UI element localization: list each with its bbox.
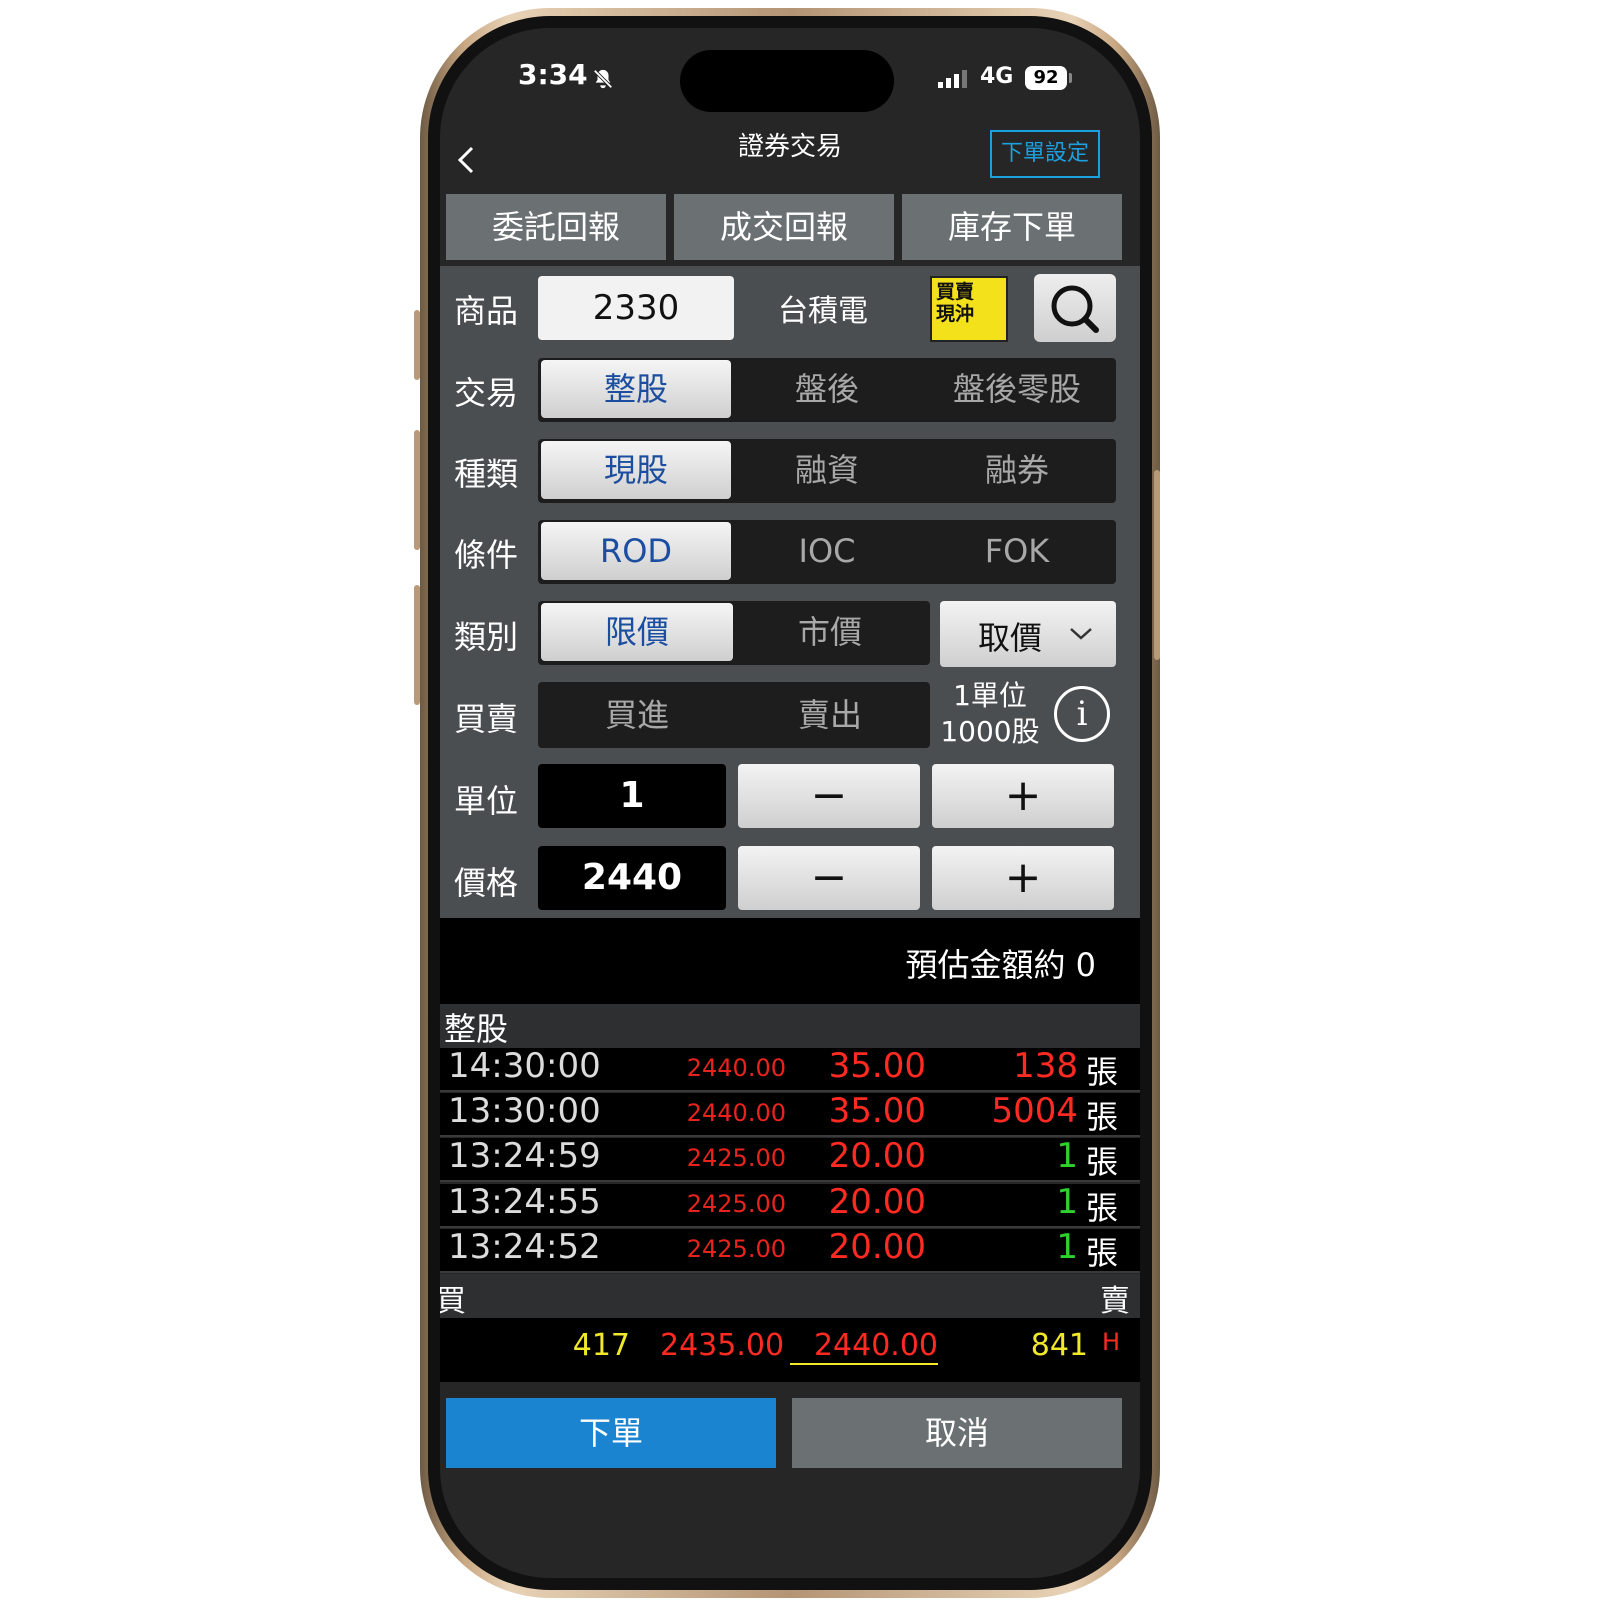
tick-unit: 張 (1086, 1098, 1119, 1137)
bidask-header (440, 1274, 1140, 1318)
volume-up-button (414, 430, 420, 550)
app-screen: 3:34 4G 92 證券交易 下單設定 委託回報 成交回報 庫存下單 商品 2… (440, 28, 1140, 1578)
unit-decrease-button[interactable]: − (738, 764, 920, 828)
price-picker-dropdown[interactable]: 取價 (940, 601, 1116, 667)
dynamic-island (680, 50, 894, 112)
status-time: 3:34 (518, 58, 588, 91)
search-icon (1051, 285, 1099, 333)
tick-unit: 張 (1086, 1188, 1119, 1227)
tick-time: 13:24:59 (448, 1136, 601, 1177)
price-increase-button[interactable]: + (932, 846, 1114, 910)
ask-price[interactable]: 2440.00 (790, 1328, 938, 1365)
unit-info-line2: 1000股 (940, 715, 1040, 748)
condition-option-fok[interactable]: FOK (922, 522, 1112, 580)
place-order-button[interactable]: 下單 (446, 1398, 776, 1468)
tick-price: 2440.00 (686, 1054, 786, 1082)
category-label: 類別 (454, 618, 519, 656)
side-option-sell[interactable]: 賣出 (734, 686, 926, 744)
tick-volume: 1 (1056, 1181, 1078, 1222)
product-label: 商品 (454, 292, 519, 330)
tick-price: 2425.00 (686, 1189, 786, 1218)
kind-label: 種類 (454, 455, 519, 493)
kind-option-short[interactable]: 融券 (922, 441, 1112, 499)
chevron-down-icon (1070, 628, 1092, 640)
cancel-button[interactable]: 取消 (792, 1398, 1122, 1468)
price-label: 價格 (454, 864, 519, 902)
condition-label: 條件 (454, 536, 519, 574)
price-decrease-button[interactable]: − (738, 846, 920, 910)
tick-change: 20.00 (828, 1136, 926, 1177)
tick-volume: 5004 (991, 1091, 1078, 1132)
bell-muted-icon (593, 69, 613, 89)
side-label: 買賣 (454, 700, 519, 738)
back-chevron-icon[interactable] (452, 140, 482, 180)
tick-unit: 張 (1086, 1143, 1119, 1182)
side-option-buy[interactable]: 買進 (541, 686, 733, 744)
tick-change: 35.00 (828, 1091, 926, 1132)
stock-name: 台積電 (778, 294, 868, 329)
ticks-header (440, 1004, 1140, 1048)
ask-volume: 841 (1030, 1328, 1088, 1363)
unit-increase-button[interactable]: + (932, 764, 1114, 828)
tick-change: 20.00 (828, 1181, 926, 1222)
tick-time: 13:30:00 (448, 1091, 601, 1132)
product-code-input[interactable]: 2330 (538, 276, 734, 340)
tab-inventory-order[interactable]: 庫存下單 (902, 194, 1122, 260)
signal-icon (938, 70, 967, 88)
tick-unit: 張 (1086, 1053, 1119, 1091)
kind-option-margin[interactable]: 融資 (732, 441, 922, 499)
ask-flag: H (1102, 1328, 1121, 1356)
tab-trade-report[interactable]: 成交回報 (674, 194, 894, 260)
tick-unit: 張 (1086, 1233, 1119, 1272)
tick-price: 2440.00 (686, 1099, 786, 1128)
estimated-amount: 預估金額約 0 (905, 946, 1096, 984)
tick-time: 13:24:52 (448, 1226, 601, 1267)
tick-volume: 138 (1013, 1046, 1078, 1086)
tab-order-report[interactable]: 委託回報 (446, 194, 666, 260)
daytrade-badge-icon[interactable]: 買賣 現沖 (930, 276, 1008, 342)
price-picker-label: 取價 (978, 619, 1043, 657)
category-option-limit[interactable]: 限價 (541, 603, 733, 661)
action-button (414, 310, 420, 380)
daytrade-badge-line1: 買賣 (936, 281, 975, 303)
bid-label: 買 (440, 1284, 466, 1319)
volume-down-button (414, 585, 420, 705)
power-button (1154, 470, 1160, 660)
tick-change: 35.00 (828, 1046, 926, 1086)
tick-change: 20.00 (828, 1226, 926, 1267)
category-option-market[interactable]: 市價 (734, 603, 926, 661)
tick-time: 13:24:55 (448, 1181, 601, 1222)
tick-price: 2425.00 (686, 1234, 786, 1263)
ask-label: 賣 (1100, 1284, 1130, 1319)
daytrade-badge-line2: 現沖 (936, 303, 975, 325)
tick-price: 2425.00 (686, 1144, 786, 1173)
trade-option-after-hours[interactable]: 盤後 (732, 360, 922, 418)
info-icon[interactable]: i (1054, 686, 1110, 742)
unit-quantity-input[interactable]: 1 (538, 764, 726, 828)
bid-volume: 417 (572, 1328, 630, 1363)
tick-volume: 1 (1056, 1136, 1078, 1177)
condition-option-ioc[interactable]: IOC (732, 522, 922, 580)
trade-option-board-lot[interactable]: 整股 (541, 360, 731, 418)
tick-volume: 1 (1056, 1226, 1078, 1267)
unit-info-line1: 1單位 (953, 679, 1027, 712)
page-title: 證券交易 (737, 132, 842, 162)
unit-info: 1單位 1000股 (934, 678, 1046, 750)
kind-option-cash[interactable]: 現股 (541, 441, 731, 499)
trade-option-after-hours-odd[interactable]: 盤後零股 (922, 360, 1112, 418)
battery-nub (1069, 73, 1072, 83)
ticks-title: 整股 (444, 1010, 509, 1048)
battery-icon: 92 (1025, 66, 1067, 90)
trade-label: 交易 (454, 374, 519, 412)
price-input[interactable]: 2440 (538, 846, 726, 910)
search-button[interactable] (1034, 274, 1116, 342)
unit-label: 單位 (454, 782, 519, 820)
network-type: 4G (980, 64, 1014, 89)
condition-option-rod[interactable]: ROD (541, 522, 731, 580)
tick-time: 14:30:00 (448, 1046, 601, 1086)
order-settings-button[interactable]: 下單設定 (990, 130, 1100, 178)
bid-price[interactable]: 2435.00 (660, 1328, 784, 1363)
